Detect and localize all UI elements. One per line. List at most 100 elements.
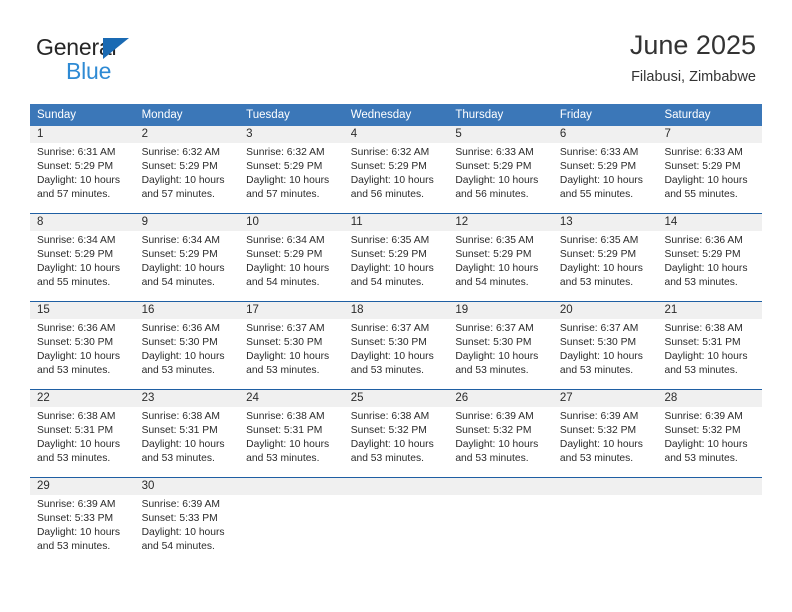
sunrise-text: Sunrise: 6:35 AM (559, 235, 639, 246)
sunset-text: Sunset: 5:30 PM (350, 337, 427, 349)
day-details: Sunrise: 6:35 AM Sunset: 5:29 PM Dayligh… (344, 231, 449, 301)
daylight-text-line1: Daylight: 10 hours (37, 527, 120, 539)
daylight-text-line2: and 53 minutes. (246, 453, 320, 465)
day-cell[interactable]: 28 Sunrise: 6:39 AM Sunset: 5:32 PM Dayl… (657, 390, 763, 477)
daylight-text-line2: and 53 minutes. (350, 365, 425, 377)
day-cell[interactable]: 7 Sunrise: 6:33 AM Sunset: 5:29 PM Dayli… (657, 126, 763, 213)
sunrise-text: Sunrise: 6:38 AM (664, 323, 743, 334)
daylight-text-line2: and 55 minutes. (559, 189, 634, 201)
day-cell[interactable]: 2 Sunrise: 6:32 AM Sunset: 5:29 PM Dayli… (134, 126, 240, 213)
day-cell[interactable]: 25 Sunrise: 6:38 AM Sunset: 5:32 PM Dayl… (343, 390, 449, 477)
day-cell[interactable]: 9 Sunrise: 6:34 AM Sunset: 5:29 PM Dayli… (134, 214, 240, 301)
sunset-text: Sunset: 5:30 PM (246, 337, 323, 349)
day-number: 28 (657, 390, 763, 407)
day-details (344, 495, 449, 565)
daylight-text-line2: and 53 minutes. (559, 453, 634, 465)
brand-logo[interactable]: General Blue (36, 34, 206, 86)
sunset-text: Sunset: 5:33 PM (141, 513, 218, 525)
daylight-text-line2: and 53 minutes. (246, 365, 320, 377)
day-cell[interactable]: 19 Sunrise: 6:37 AM Sunset: 5:30 PM Dayl… (448, 302, 553, 389)
day-number: 13 (552, 214, 658, 231)
day-number: 27 (552, 390, 658, 407)
sunset-text: Sunset: 5:31 PM (246, 425, 323, 437)
daylight-text-line2: and 53 minutes. (37, 541, 111, 553)
day-details: Sunrise: 6:35 AM Sunset: 5:29 PM Dayligh… (448, 231, 553, 301)
week-row: 29 Sunrise: 6:39 AM Sunset: 5:33 PM Dayl… (30, 477, 763, 565)
daylight-text-line2: and 53 minutes. (455, 453, 529, 465)
sunset-text: Sunset: 5:29 PM (664, 161, 741, 173)
day-cell-empty (552, 478, 658, 565)
daylight-text-line2: and 53 minutes. (559, 365, 634, 377)
day-cell[interactable]: 11 Sunrise: 6:35 AM Sunset: 5:29 PM Dayl… (343, 214, 449, 301)
day-cell[interactable]: 17 Sunrise: 6:37 AM Sunset: 5:30 PM Dayl… (239, 302, 344, 389)
day-cell[interactable]: 21 Sunrise: 6:38 AM Sunset: 5:31 PM Dayl… (657, 302, 763, 389)
sunrise-text: Sunrise: 6:32 AM (246, 147, 325, 158)
page-subtitle: Filabusi, Zimbabwe (631, 69, 756, 85)
day-details: Sunrise: 6:38 AM Sunset: 5:31 PM Dayligh… (135, 407, 240, 477)
day-cell[interactable]: 27 Sunrise: 6:39 AM Sunset: 5:32 PM Dayl… (552, 390, 658, 477)
triangle-flag-icon (103, 38, 129, 59)
sunrise-text: Sunrise: 6:36 AM (37, 323, 116, 334)
weekday-header-tuesday: Tuesday (246, 109, 290, 121)
day-details: Sunrise: 6:32 AM Sunset: 5:29 PM Dayligh… (344, 143, 449, 213)
daylight-text-line2: and 53 minutes. (37, 453, 111, 465)
day-details: Sunrise: 6:38 AM Sunset: 5:31 PM Dayligh… (657, 319, 762, 389)
weekday-header-thursday: Thursday (455, 109, 504, 121)
calendar-grid: Sunday Monday Tuesday Wednesday Thursday… (30, 104, 763, 565)
day-details: Sunrise: 6:34 AM Sunset: 5:29 PM Dayligh… (239, 231, 344, 301)
sunrise-text: Sunrise: 6:39 AM (141, 499, 220, 510)
day-cell[interactable]: 5 Sunrise: 6:33 AM Sunset: 5:29 PM Dayli… (448, 126, 553, 213)
daylight-text-line1: Daylight: 10 hours (559, 351, 643, 363)
day-number: 26 (448, 390, 553, 407)
sunset-text: Sunset: 5:29 PM (246, 249, 323, 261)
day-cell[interactable]: 8 Sunrise: 6:34 AM Sunset: 5:29 PM Dayli… (30, 214, 135, 301)
day-cell[interactable]: 15 Sunrise: 6:36 AM Sunset: 5:30 PM Dayl… (30, 302, 135, 389)
day-cell[interactable]: 12 Sunrise: 6:35 AM Sunset: 5:29 PM Dayl… (448, 214, 553, 301)
day-cell[interactable]: 3 Sunrise: 6:32 AM Sunset: 5:29 PM Dayli… (239, 126, 344, 213)
day-cell[interactable]: 1 Sunrise: 6:31 AM Sunset: 5:29 PM Dayli… (30, 126, 135, 213)
daylight-text-line2: and 53 minutes. (141, 453, 215, 465)
day-cell[interactable]: 29 Sunrise: 6:39 AM Sunset: 5:33 PM Dayl… (30, 478, 135, 565)
day-cell[interactable]: 16 Sunrise: 6:36 AM Sunset: 5:30 PM Dayl… (134, 302, 240, 389)
daylight-text-line1: Daylight: 10 hours (141, 527, 225, 539)
day-details: Sunrise: 6:33 AM Sunset: 5:29 PM Dayligh… (657, 143, 762, 213)
day-cell[interactable]: 10 Sunrise: 6:34 AM Sunset: 5:29 PM Dayl… (239, 214, 344, 301)
sunrise-text: Sunrise: 6:33 AM (664, 147, 743, 158)
sunset-text: Sunset: 5:29 PM (350, 249, 427, 261)
sunrise-text: Sunrise: 6:33 AM (455, 147, 534, 158)
day-number: 7 (657, 126, 763, 143)
daylight-text-line1: Daylight: 10 hours (141, 175, 225, 187)
day-number: 3 (239, 126, 344, 143)
day-cell[interactable]: 30 Sunrise: 6:39 AM Sunset: 5:33 PM Dayl… (134, 478, 240, 565)
day-number: 2 (134, 126, 240, 143)
week-row: 8 Sunrise: 6:34 AM Sunset: 5:29 PM Dayli… (30, 213, 763, 301)
day-details: Sunrise: 6:39 AM Sunset: 5:33 PM Dayligh… (30, 495, 135, 565)
daylight-text-line2: and 53 minutes. (141, 365, 215, 377)
sunrise-text: Sunrise: 6:33 AM (559, 147, 639, 158)
sunset-text: Sunset: 5:32 PM (350, 425, 427, 437)
daylight-text-line1: Daylight: 10 hours (246, 351, 330, 363)
day-cell[interactable]: 14 Sunrise: 6:36 AM Sunset: 5:29 PM Dayl… (657, 214, 763, 301)
day-cell[interactable]: 20 Sunrise: 6:37 AM Sunset: 5:30 PM Dayl… (552, 302, 658, 389)
daylight-text-line2: and 56 minutes. (350, 189, 425, 201)
day-cell[interactable]: 22 Sunrise: 6:38 AM Sunset: 5:31 PM Dayl… (30, 390, 135, 477)
daylight-text-line2: and 55 minutes. (37, 277, 111, 289)
daylight-text-line1: Daylight: 10 hours (141, 263, 225, 275)
daylight-text-line1: Daylight: 10 hours (455, 175, 539, 187)
daylight-text-line2: and 53 minutes. (664, 453, 738, 465)
day-details: Sunrise: 6:38 AM Sunset: 5:31 PM Dayligh… (30, 407, 135, 477)
day-cell[interactable]: 24 Sunrise: 6:38 AM Sunset: 5:31 PM Dayl… (239, 390, 344, 477)
day-number: 25 (343, 390, 449, 407)
sunrise-text: Sunrise: 6:38 AM (350, 411, 430, 422)
day-cell[interactable]: 23 Sunrise: 6:38 AM Sunset: 5:31 PM Dayl… (134, 390, 240, 477)
day-number: 29 (30, 478, 135, 495)
day-cell[interactable]: 13 Sunrise: 6:35 AM Sunset: 5:29 PM Dayl… (552, 214, 658, 301)
day-number: 5 (448, 126, 553, 143)
day-cell[interactable]: 18 Sunrise: 6:37 AM Sunset: 5:30 PM Dayl… (343, 302, 449, 389)
day-cell[interactable]: 26 Sunrise: 6:39 AM Sunset: 5:32 PM Dayl… (448, 390, 553, 477)
day-cell[interactable]: 6 Sunrise: 6:33 AM Sunset: 5:29 PM Dayli… (552, 126, 658, 213)
day-cell[interactable]: 4 Sunrise: 6:32 AM Sunset: 5:29 PM Dayli… (343, 126, 449, 213)
daylight-text-line1: Daylight: 10 hours (664, 263, 748, 275)
day-details: Sunrise: 6:32 AM Sunset: 5:29 PM Dayligh… (135, 143, 240, 213)
sunrise-text: Sunrise: 6:34 AM (246, 235, 325, 246)
